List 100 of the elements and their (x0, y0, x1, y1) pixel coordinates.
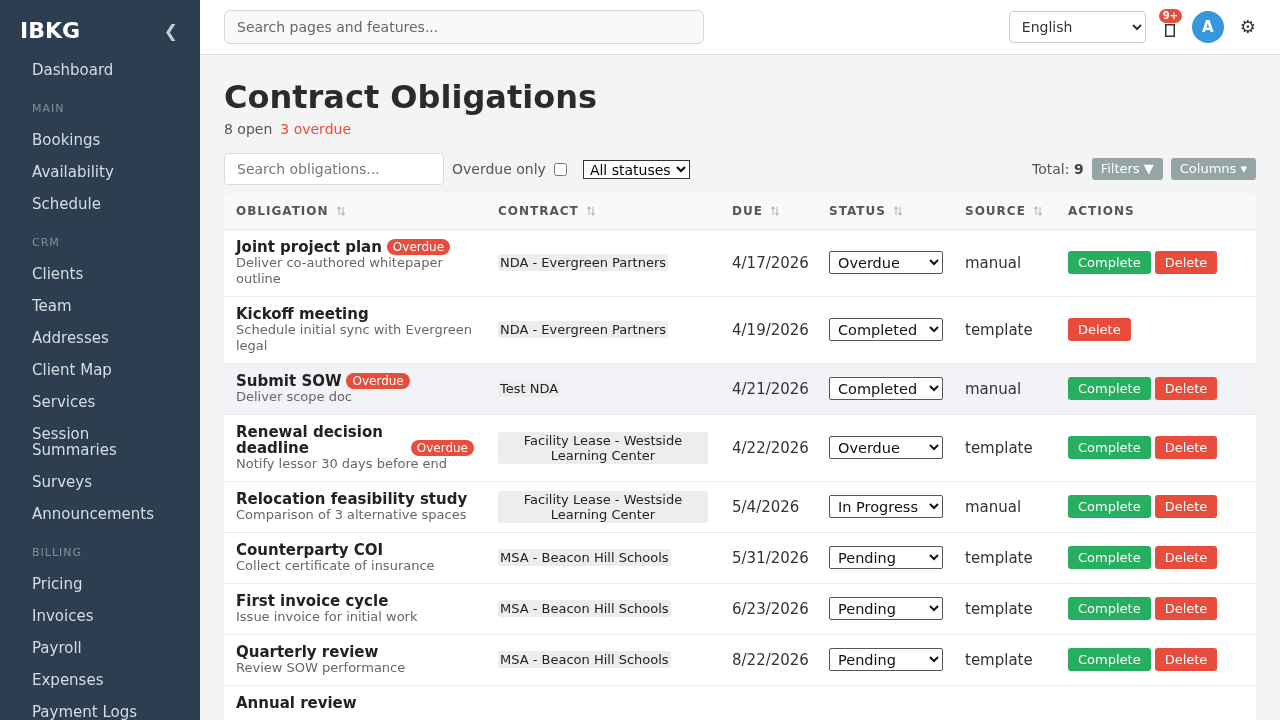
source-label: template (965, 599, 1033, 618)
sort-icon[interactable] (770, 205, 779, 216)
language-select[interactable]: English (1008, 11, 1146, 43)
search-field[interactable]: Search pages and features... (224, 10, 704, 44)
obligation-title: Joint project plan (236, 238, 382, 255)
sidebar-item[interactable]: Bookings (0, 124, 200, 156)
brand-name: IBKG (20, 17, 81, 45)
search-field[interactable]: Search obligations... (224, 153, 444, 185)
nav-section-label: BILLING (32, 546, 84, 560)
open-count: 8 open (224, 120, 273, 139)
notification-icon[interactable] (1164, 23, 1175, 37)
notification-badge: 9+ (1158, 9, 1183, 23)
source-label: template (965, 650, 1033, 669)
nav-section-label: CRM (32, 236, 61, 250)
total-count: Total: 9 (1032, 159, 1084, 179)
delete-button[interactable]: Delete (1154, 377, 1218, 400)
sort-icon[interactable] (336, 205, 345, 216)
delete-button[interactable]: Delete (1154, 546, 1218, 569)
contract-tag: Facility Lease - Westside Learning Center (498, 490, 708, 523)
status-select[interactable]: Completed (829, 318, 943, 341)
sidebar-item[interactable]: Schedule (0, 188, 200, 220)
column-header[interactable]: STATUS (829, 203, 886, 218)
status-select[interactable]: Pending (829, 648, 943, 671)
sidebar-item[interactable]: Payment Logs (0, 696, 200, 720)
status-select[interactable]: In Progress (829, 495, 943, 518)
obligation-description: Notify lessor 30 days before end (236, 455, 449, 472)
obligation-description: Review SOW performance (236, 659, 407, 676)
source-label: template (965, 548, 1033, 567)
due-date: 4/17/2026 (732, 253, 809, 272)
delete-button[interactable]: Delete (1154, 436, 1218, 459)
sidebar-item[interactable]: Expenses (0, 664, 200, 696)
contract-tag: MSA - Beacon Hill Schools (498, 600, 671, 617)
due-date: 4/19/2026 (732, 320, 809, 339)
sidebar-item[interactable]: Addresses (0, 322, 200, 354)
contract-tag: Test NDA (498, 380, 561, 397)
obligation-description: Deliver scope doc (236, 388, 353, 405)
sidebar-item[interactable]: Availability (0, 156, 200, 188)
obligation-title: Kickoff meeting (236, 305, 369, 322)
status-badge: Overdue (410, 439, 474, 456)
collapse-button[interactable]: ❮ (163, 21, 178, 41)
sort-icon[interactable] (1033, 205, 1042, 216)
obligation-description: Collect certificate of insurance (236, 557, 436, 574)
sidebar-item[interactable]: Dashboard (0, 54, 200, 86)
due-date: 8/22/2026 (732, 650, 809, 669)
due-date: 5/4/2026 (732, 497, 800, 516)
delete-button[interactable]: Delete (1154, 648, 1218, 671)
column-header[interactable]: CONTRACT (498, 203, 579, 218)
sidebar-item[interactable]: Clients (0, 258, 200, 290)
obligation-title: Quarterly review (236, 643, 379, 660)
delete-button[interactable]: Delete (1154, 495, 1218, 518)
sidebar-item[interactable]: Client Map (0, 354, 200, 386)
source-label: template (965, 320, 1033, 339)
sidebar-item[interactable]: Announcements (0, 498, 200, 530)
delete-button[interactable]: Delete (1154, 251, 1218, 274)
sidebar-item[interactable]: Surveys (0, 466, 200, 498)
source-label: manual (965, 379, 1022, 398)
sidebar-item[interactable]: Invoices (0, 600, 200, 632)
due-date: 5/31/2026 (732, 548, 809, 567)
obligation-title: Annual review (236, 694, 357, 711)
obligation-title: Relocation feasibility study (236, 490, 468, 507)
status-select[interactable]: Pending (829, 546, 943, 569)
contract-tag: NDA - Evergreen Partners (498, 254, 669, 271)
status-select[interactable]: Completed (829, 377, 943, 400)
status-badge: Overdue (386, 238, 451, 255)
sidebar-item[interactable]: Pricing (0, 568, 200, 600)
column-header[interactable]: DUE (732, 203, 763, 218)
obligation-description: Issue invoice for initial work (236, 608, 419, 625)
contract-tag: MSA - Beacon Hill Schools (498, 549, 671, 566)
source-label: template (965, 438, 1033, 457)
status-select[interactable]: Pending (829, 597, 943, 620)
column-header[interactable]: OBLIGATION (236, 203, 329, 218)
obligation-description: Comparison of 3 alternative spaces (236, 506, 468, 523)
page-title: Contract Obligations (224, 77, 598, 117)
sidebar-item[interactable]: Team (0, 290, 200, 322)
obligation-description: Schedule initial sync with Evergreen legal (236, 321, 474, 354)
status-select[interactable]: Overdue (829, 436, 943, 459)
column-header: ACTIONS (1068, 203, 1135, 218)
obligation-title: Renewal decision deadline (236, 423, 384, 456)
sort-icon[interactable] (586, 205, 595, 216)
obligation-description: Deliver co-authored whitepaper outline (236, 254, 444, 287)
nav-section-label: MAIN (32, 102, 66, 116)
status-filter[interactable]: All statuses (582, 159, 690, 179)
sidebar-item[interactable]: Services (0, 386, 200, 418)
sidebar-item[interactable]: Session Summaries (0, 418, 200, 466)
due-date: 6/23/2026 (732, 599, 809, 618)
source-label: manual (965, 253, 1022, 272)
status-badge: Overdue (346, 372, 410, 389)
due-date: 4/21/2026 (732, 379, 809, 398)
sidebar-item[interactable]: Payroll (0, 632, 200, 664)
contract-tag: MSA - Beacon Hill Schools (498, 651, 671, 668)
checkbox[interactable] (553, 162, 567, 176)
sort-icon[interactable] (893, 205, 902, 216)
obligation-title: First invoice cycle (236, 592, 389, 609)
status-select[interactable]: Overdue (829, 251, 943, 274)
delete-button[interactable]: Delete (1068, 318, 1131, 341)
checkbox-label: Overdue only (452, 159, 546, 179)
contract-tag: NDA - Evergreen Partners (498, 321, 669, 338)
settings-icon[interactable]: ⚙ (1239, 17, 1256, 37)
delete-button[interactable]: Delete (1154, 597, 1218, 620)
overdue-count: 3 overdue (280, 120, 351, 139)
